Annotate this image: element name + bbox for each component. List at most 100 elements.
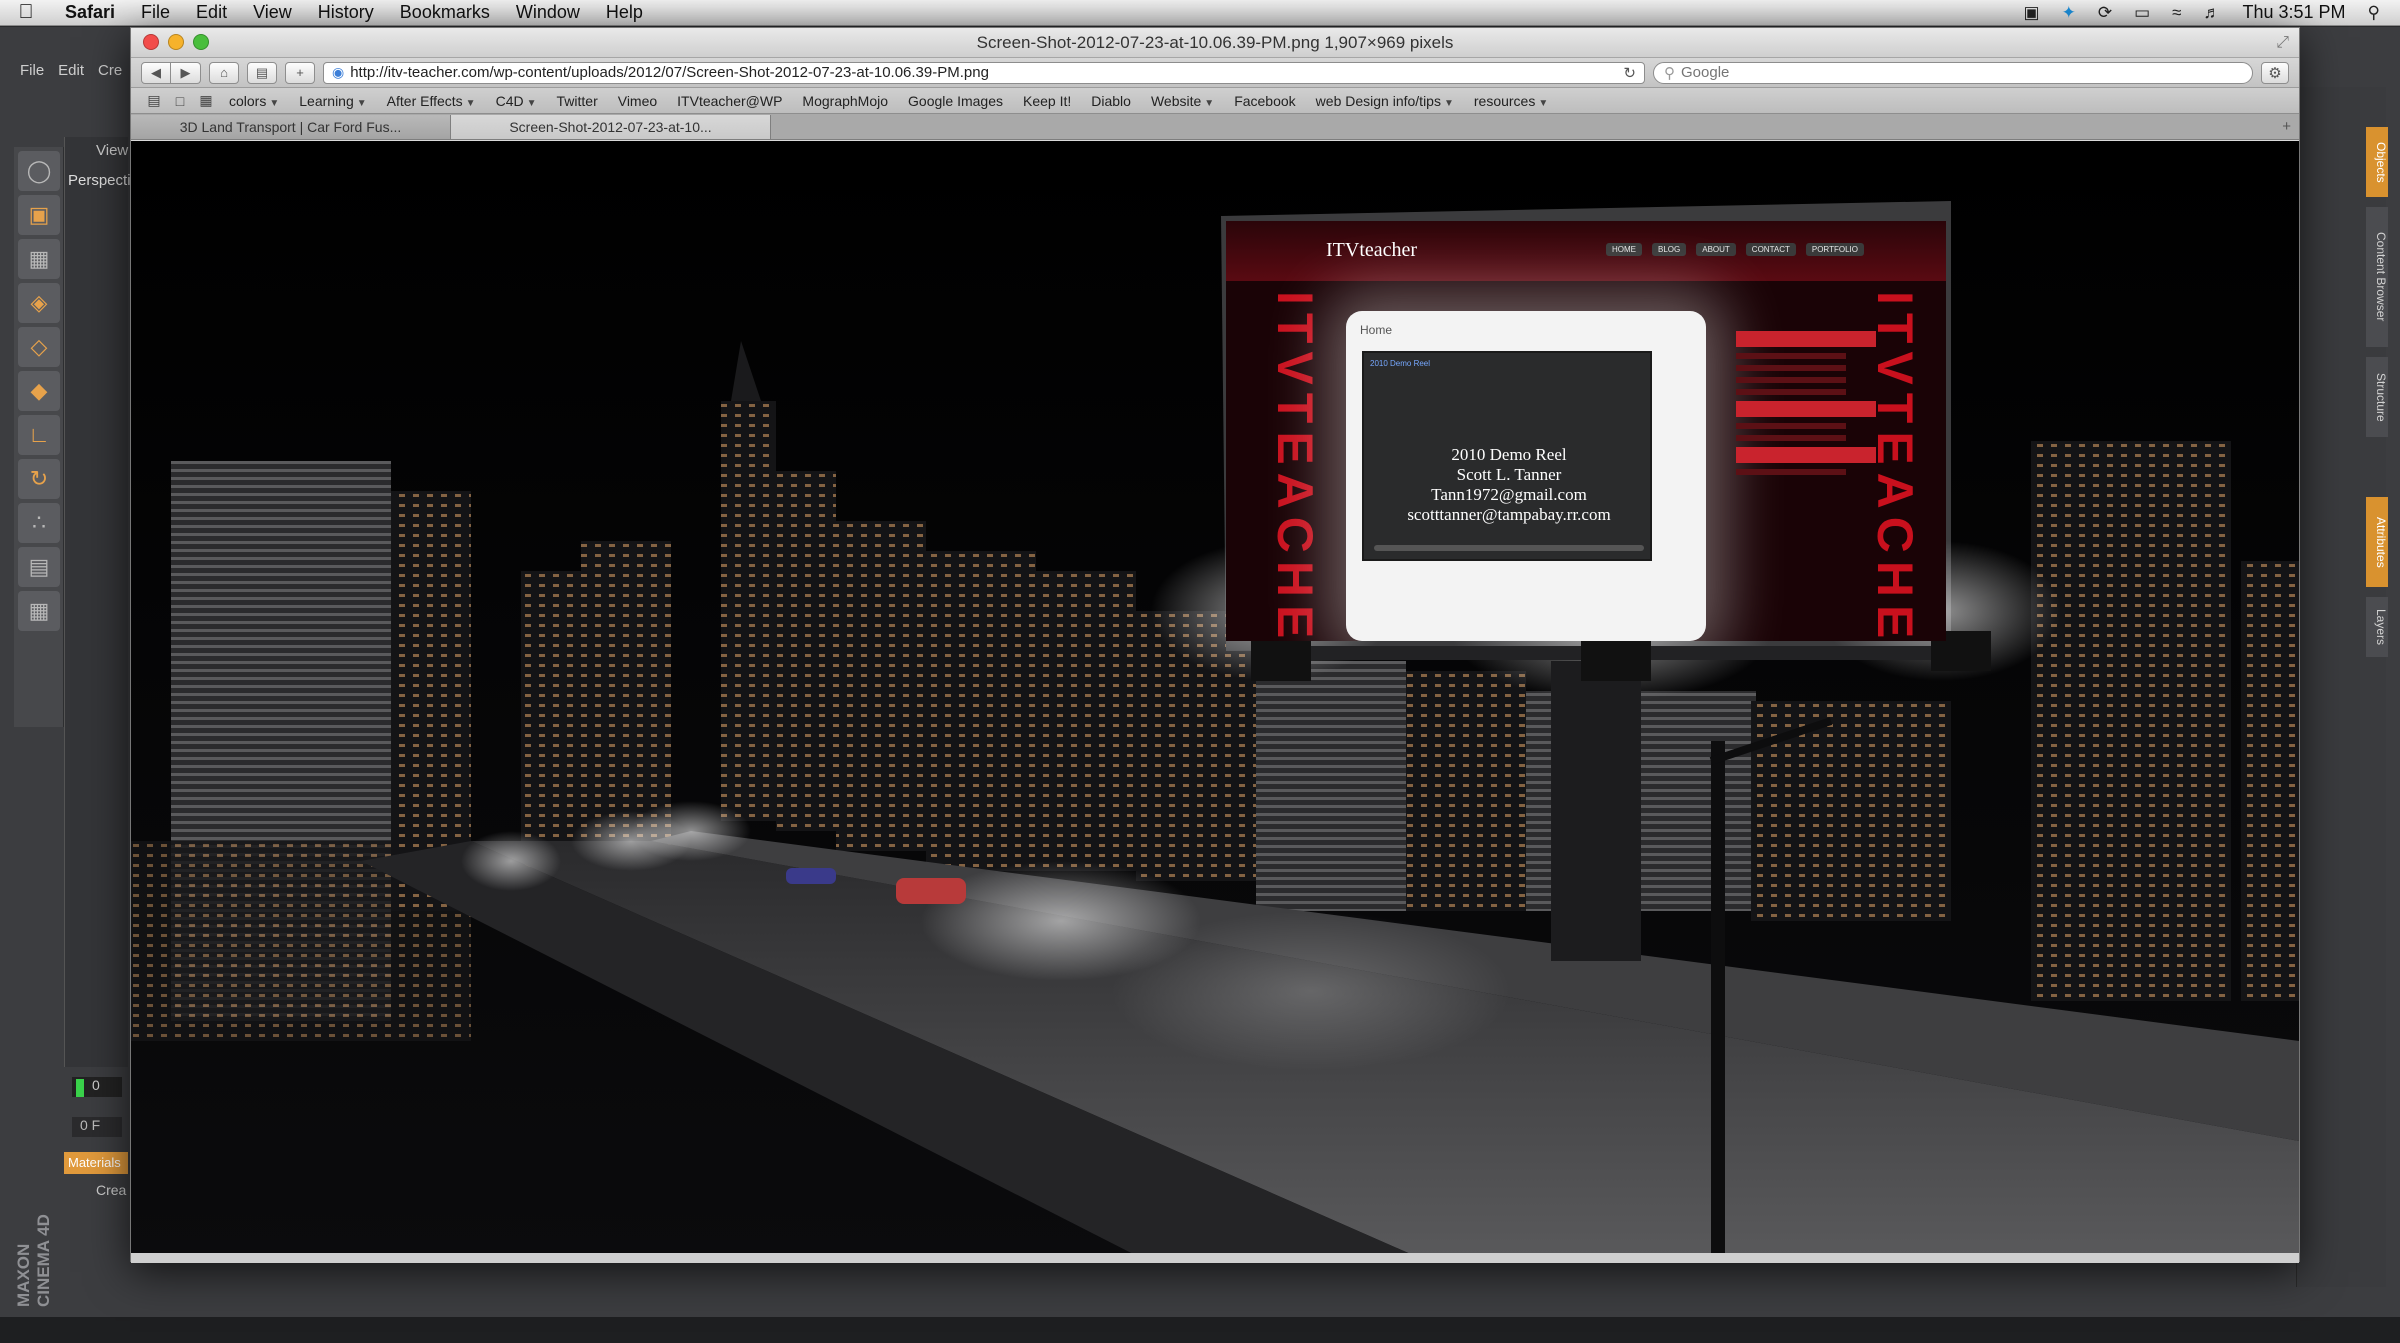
apple-menu-icon[interactable]:  [0,1,52,24]
bookmark-twitter[interactable]: Twitter [547,93,608,109]
bookmark-facebook[interactable]: Facebook [1224,93,1305,109]
polygons-icon[interactable]: ◆ [18,371,60,411]
bookmark-resources[interactable]: resources ▼ [1464,93,1558,109]
bookmark-web-design-tips[interactable]: web Design info/tips ▼ [1306,93,1464,109]
side-tab-layers[interactable]: Layers [2366,597,2388,657]
texture-tool-icon[interactable]: ▦ [18,239,60,279]
video-line-title: 2010 Demo Reel [1451,445,1567,464]
billboard-nav-portfolio: PORTFOLIO [1805,243,1864,256]
zoom-window-button[interactable] [193,34,209,50]
new-tab-icon[interactable]: + [2282,118,2291,135]
settings-gear-button[interactable]: ⚙ [2261,61,2289,84]
show-all-bookmarks-icon[interactable]: ▤ [141,92,167,109]
search-field[interactable]: ⚲ [1653,61,2253,84]
materials-tab[interactable]: Materials [64,1152,128,1174]
back-button[interactable]: ◀ [141,61,171,84]
horizontal-scrollbar[interactable] [131,1253,2299,1263]
bookmark-mographmojo[interactable]: MographMojo [792,93,898,109]
c4d-menu-create[interactable]: Cre [98,62,122,79]
side-tab-objects[interactable]: Objects [2366,127,2388,197]
spotlight-search-icon[interactable]: ⚲ [2368,3,2380,23]
axis-icon[interactable]: ∟ [18,415,60,455]
tweak-icon[interactable]: ↻ [18,459,60,499]
billboard-site-logo: ITVteacher [1326,239,1418,261]
cube-icon[interactable]: ▣ [18,195,60,235]
top-sites-icon[interactable]: ▦ [193,92,219,109]
c4d-status-bar [0,1317,2400,1343]
bookmark-after-effects[interactable]: After Effects ▼ [377,93,486,109]
workplane-icon[interactable]: ▤ [18,547,60,587]
camera-icon[interactable]: ▣ [2024,3,2040,23]
frame-offset-field[interactable]: 0 F [72,1117,122,1137]
forward-button[interactable]: ▶ [171,61,201,84]
fullscreen-icon[interactable]: ⤢ [2276,34,2289,52]
car-red [896,878,966,904]
tab-3d-land-transport[interactable]: 3D Land Transport | Car Ford Fus... [131,115,451,139]
bookmark-vimeo[interactable]: Vimeo [608,93,667,109]
viewport-view-menu[interactable]: View [96,142,128,159]
menubar-clock[interactable]: Thu 3:51 PM [2242,2,2345,23]
menu-help[interactable]: Help [593,2,656,23]
snap-icon[interactable]: ∴ [18,503,60,543]
menu-history[interactable]: History [305,2,387,23]
reload-icon[interactable]: ↻ [1623,64,1636,82]
tab-screen-shot[interactable]: Screen-Shot-2012-07-23-at-10... [451,115,771,139]
window-titlebar[interactable]: Screen-Shot-2012-07-23-at-10.06.39-PM.pn… [131,28,2299,58]
video-progress-bar [1374,545,1644,551]
billboard-sidebar-heading [1736,331,1876,347]
edges-icon[interactable]: ◇ [18,327,60,367]
side-tab-attributes[interactable]: Attributes [2366,497,2388,587]
timeline-playhead-marker[interactable] [76,1079,84,1097]
c4d-tool-palette: ◯ ▣ ▦ ◈ ◇ ◆ ∟ ↻ ∴ ▤ ▦ [14,147,64,727]
reader-button[interactable]: ▤ [247,61,277,84]
grid-icon[interactable]: ▦ [18,591,60,631]
menu-view[interactable]: View [240,2,305,23]
c4d-menu: File Edit Cre [0,57,140,83]
mac-menubar:  Safari File Edit View History Bookmark… [0,0,2400,26]
url-text[interactable]: http://itv-teacher.com/wp-content/upload… [350,64,1617,81]
menu-file[interactable]: File [128,2,183,23]
search-input[interactable] [1681,64,2242,81]
bookmark-itvteacher-wp[interactable]: ITVteacher@WP [667,93,792,109]
c4d-menu-edit[interactable]: Edit [58,62,84,79]
billboard-sidebar-item [1736,435,1846,441]
model-tool-icon[interactable]: ◯ [18,151,60,191]
side-tab-structure[interactable]: Structure [2366,357,2388,437]
reading-list-icon[interactable]: □ [167,93,193,109]
c4d-menu-file[interactable]: File [20,62,44,79]
volume-icon[interactable]: ♬ [2203,3,2220,23]
menu-bookmarks[interactable]: Bookmarks [387,2,503,23]
bookmark-colors[interactable]: colors ▼ [219,93,289,109]
side-tab-content-browser[interactable]: Content Browser [2366,207,2388,347]
history-nav: ◀ ▶ [141,61,201,84]
home-button[interactable]: ⌂ [209,61,239,84]
address-bar[interactable]: ◉ http://itv-teacher.com/wp-content/uplo… [323,61,1645,84]
video-line-email: Tann1972@gmail.com [1431,485,1587,504]
billboard-sidebar-heading [1736,447,1876,463]
billboard-sidebar-item [1736,365,1846,371]
billboard-site-nav: HOME BLOG ABOUT CONTACT PORTFOLIO [1606,243,1864,256]
display-icon[interactable]: ▭ [2134,3,2150,23]
bookmark-google-images[interactable]: Google Images [898,93,1013,109]
video-line-name: Scott L. Tanner [1456,465,1562,484]
bookmark-learning[interactable]: Learning ▼ [289,93,376,109]
materials-create-menu[interactable]: Crea [96,1182,126,1198]
twitter-icon[interactable]: ✦ [2062,3,2076,23]
sync-icon[interactable]: ⟳ [2098,3,2112,23]
add-bookmark-button[interactable]: + [285,61,315,84]
billboard-sidebar-item [1736,423,1846,429]
bookmark-c4d[interactable]: C4D ▼ [486,93,547,109]
bookmark-diablo[interactable]: Diablo [1081,93,1141,109]
c4d-viewport[interactable] [64,137,128,1067]
close-window-button[interactable] [143,34,159,50]
menu-app-safari[interactable]: Safari [52,2,128,23]
menu-window[interactable]: Window [503,2,593,23]
minimize-window-button[interactable] [168,34,184,50]
bookmark-keep-it[interactable]: Keep It! [1013,93,1081,109]
wifi-icon[interactable]: ≈ [2172,3,2181,23]
billboard-home-label: Home [1360,323,1393,337]
points-icon[interactable]: ◈ [18,283,60,323]
window-controls [143,34,209,50]
bookmark-website[interactable]: Website ▼ [1141,93,1224,109]
menu-edit[interactable]: Edit [183,2,240,23]
